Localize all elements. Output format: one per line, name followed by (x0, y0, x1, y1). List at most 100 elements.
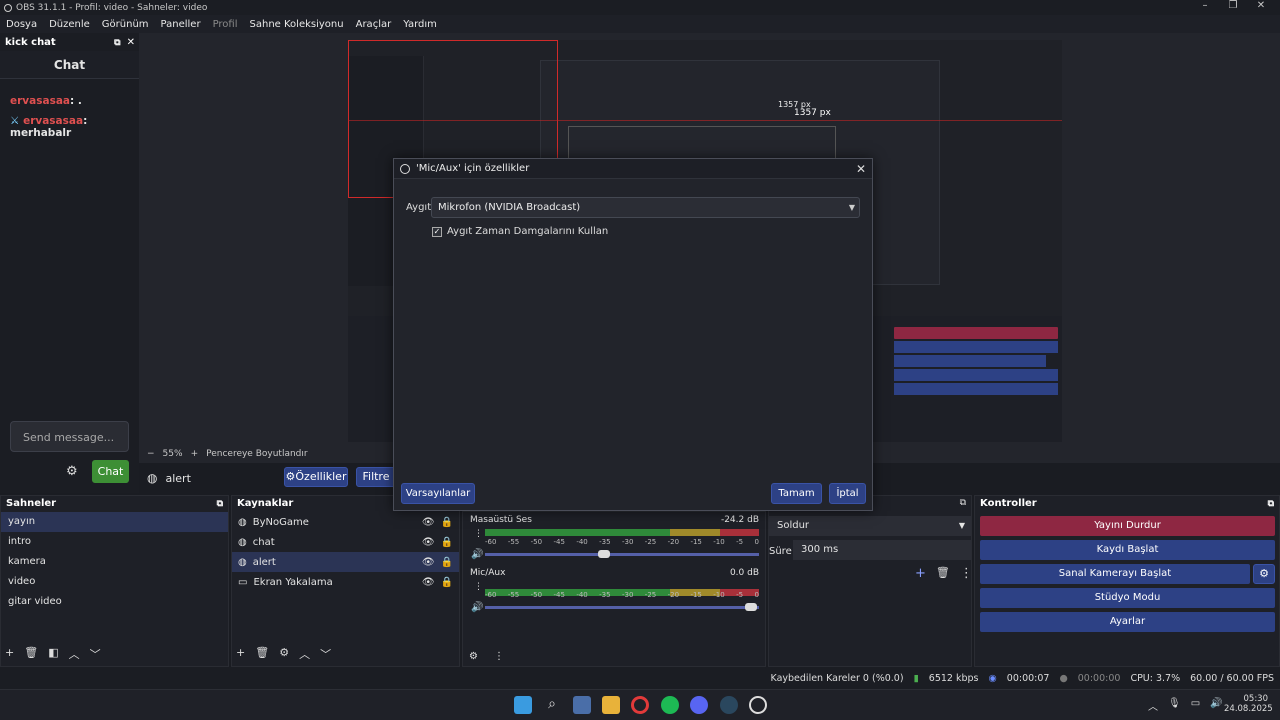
scene-item[interactable]: kamera (1, 552, 228, 572)
kebab-menu-icon[interactable]: ⋮ (474, 529, 483, 539)
duration-spinbox[interactable]: 300 ms (793, 540, 971, 560)
chevron-down-icon[interactable]: ﹀ (320, 646, 331, 662)
menu-yardim[interactable]: Yardım (403, 19, 437, 30)
trash-icon[interactable]: 🗑 (936, 566, 950, 581)
transition-select[interactable]: Soldur ▼ (769, 516, 971, 536)
search-icon[interactable]: ⌕ (543, 696, 561, 714)
lock-icon[interactable]: 🔒 (441, 557, 453, 568)
transitions-panel: ⧉ Soldur ▼ Süre 300 ms + 🗑 ⋮ (768, 495, 973, 667)
scene-item[interactable]: video (1, 572, 228, 592)
chevron-up-icon[interactable]: ︿ (1148, 698, 1158, 713)
scene-item[interactable]: gitar video (1, 592, 228, 612)
volume-slider[interactable] (485, 606, 759, 609)
start-virtual-camera-button[interactable]: Sanal Kamerayı Başlat (980, 564, 1250, 584)
add-icon[interactable]: + (915, 566, 926, 581)
discord-icon[interactable] (690, 696, 708, 714)
send-message-input[interactable]: Send message... (10, 421, 129, 452)
zoom-out-icon[interactable]: − (147, 449, 155, 459)
mixer-settings-icon[interactable]: ⚙ (469, 651, 478, 662)
volume-slider-handle[interactable] (598, 550, 610, 558)
checkbox-check-icon[interactable]: ✓ (432, 226, 442, 237)
close-icon[interactable]: ✕ (856, 162, 866, 176)
source-row[interactable]: ▭ Ekran Yakalama 👁 🔒 (232, 572, 459, 592)
volume-icon[interactable]: 🔊 (1210, 698, 1222, 713)
chevron-down-icon[interactable]: ﹀ (90, 646, 101, 662)
display-icon[interactable]: ▭ (1191, 698, 1200, 713)
scene-item[interactable]: yayın (1, 512, 228, 532)
stop-stream-button[interactable]: Yayını Durdur (980, 516, 1275, 536)
close-window-icon[interactable]: ✕ (1246, 0, 1276, 11)
lock-icon[interactable]: 🔒 (441, 517, 453, 528)
scene-item[interactable]: intro (1, 532, 228, 552)
source-row[interactable]: ◍ ByNoGame 👁 🔒 (232, 512, 459, 532)
menu-duzenle[interactable]: Düzenle (49, 19, 90, 30)
gear-icon[interactable]: ⚙ (279, 646, 289, 662)
zoom-in-icon[interactable]: + (191, 449, 199, 459)
meter-tick-label: -15 (690, 538, 702, 546)
chat-settings-gear-icon[interactable]: ⚙ (66, 464, 78, 479)
trash-icon[interactable]: 🗑 (255, 646, 269, 662)
source-row[interactable]: ◍ chat 👁 🔒 (232, 532, 459, 552)
lock-icon[interactable]: 🔒 (441, 537, 453, 548)
start-recording-button[interactable]: Kaydı Başlat (980, 540, 1275, 560)
menu-sahne-koleksiyonu[interactable]: Sahne Koleksiyonu (250, 19, 344, 30)
kebab-menu-icon[interactable]: ⋮ (494, 651, 504, 662)
eye-icon[interactable]: 👁 (422, 577, 435, 588)
menu-paneller[interactable]: Paneller (161, 19, 201, 30)
settings-button[interactable]: Ayarlar (980, 612, 1275, 632)
speaker-icon[interactable]: 🔊 (471, 549, 483, 560)
speaker-icon[interactable]: 🔊 (471, 602, 483, 613)
fit-window-label[interactable]: Pencereye Boyutlandır (206, 449, 307, 459)
undock-icon[interactable]: ⧉ (217, 496, 223, 512)
chevron-up-icon[interactable]: ︿ (299, 646, 310, 662)
menu-araclar[interactable]: Araçlar (356, 19, 392, 30)
filter-icon[interactable]: ◧ (48, 646, 58, 662)
fps: 60.00 / 60.00 FPS (1190, 672, 1274, 684)
eye-icon[interactable]: 👁 (422, 557, 435, 568)
volume-meter (485, 529, 759, 536)
kebab-menu-icon[interactable]: ⋮ (960, 566, 973, 581)
properties-button[interactable]: ⚙Özellikler (284, 467, 348, 487)
source-row[interactable]: ◍ alert 👁 🔒 (232, 552, 459, 572)
volume-slider[interactable] (485, 553, 759, 556)
studio-mode-button[interactable]: Stüdyo Modu (980, 588, 1275, 608)
microphone-icon[interactable]: 🎙 (1168, 698, 1181, 713)
minimize-icon[interactable]: – (1190, 0, 1220, 11)
eye-icon[interactable]: 👁 (422, 537, 435, 548)
defaults-button[interactable]: Varsayılanlar (401, 483, 475, 504)
volume-slider-handle[interactable] (745, 603, 757, 611)
eye-icon[interactable]: 👁 (422, 517, 435, 528)
virtual-camera-settings-icon[interactable]: ⚙ (1253, 564, 1275, 584)
timestamp-checkbox[interactable]: ✓ Aygıt Zaman Damgalarını Kullan (432, 226, 608, 237)
menu-dosya[interactable]: Dosya (6, 19, 37, 30)
filters-button[interactable]: Filtre (356, 467, 396, 487)
maximize-icon[interactable]: ❐ (1218, 0, 1248, 11)
undock-icon[interactable]: ⧉ (1268, 496, 1274, 512)
ok-button[interactable]: Tamam (771, 483, 822, 504)
kebab-menu-icon[interactable]: ⋮ (474, 582, 483, 592)
opera-icon[interactable] (631, 696, 649, 714)
undock-icon[interactable]: ⧉ (114, 38, 120, 48)
steam-icon[interactable] (720, 696, 738, 714)
menu-gorunum[interactable]: Görünüm (102, 19, 149, 30)
file-explorer-icon[interactable] (602, 696, 620, 714)
trash-icon[interactable]: 🗑 (24, 646, 38, 662)
clock[interactable]: 05:30 24.08.2025 (1224, 694, 1273, 714)
mixer-channel-db: 0.0 dB (729, 568, 759, 578)
obs-taskbar-icon[interactable] (749, 696, 767, 714)
device-select[interactable]: Mikrofon (NVIDIA Broadcast) ▼ (431, 197, 860, 218)
add-icon[interactable]: + (236, 646, 245, 662)
close-dock-icon[interactable]: ✕ (127, 37, 135, 48)
obs-logo-icon (400, 163, 410, 174)
app-icon[interactable] (573, 696, 591, 714)
chat-send-button[interactable]: Chat (92, 460, 129, 483)
menu-profil[interactable]: Profil (213, 19, 238, 30)
chevron-up-icon[interactable]: ︿ (69, 646, 80, 662)
add-icon[interactable]: + (5, 646, 14, 662)
windows-start-icon[interactable] (514, 696, 532, 714)
undock-icon[interactable]: ⧉ (960, 498, 966, 508)
device-value: Mikrofon (NVIDIA Broadcast) (438, 202, 581, 213)
lock-icon[interactable]: 🔒 (441, 577, 453, 588)
cancel-button[interactable]: İptal (829, 483, 866, 504)
spotify-icon[interactable] (661, 696, 679, 714)
